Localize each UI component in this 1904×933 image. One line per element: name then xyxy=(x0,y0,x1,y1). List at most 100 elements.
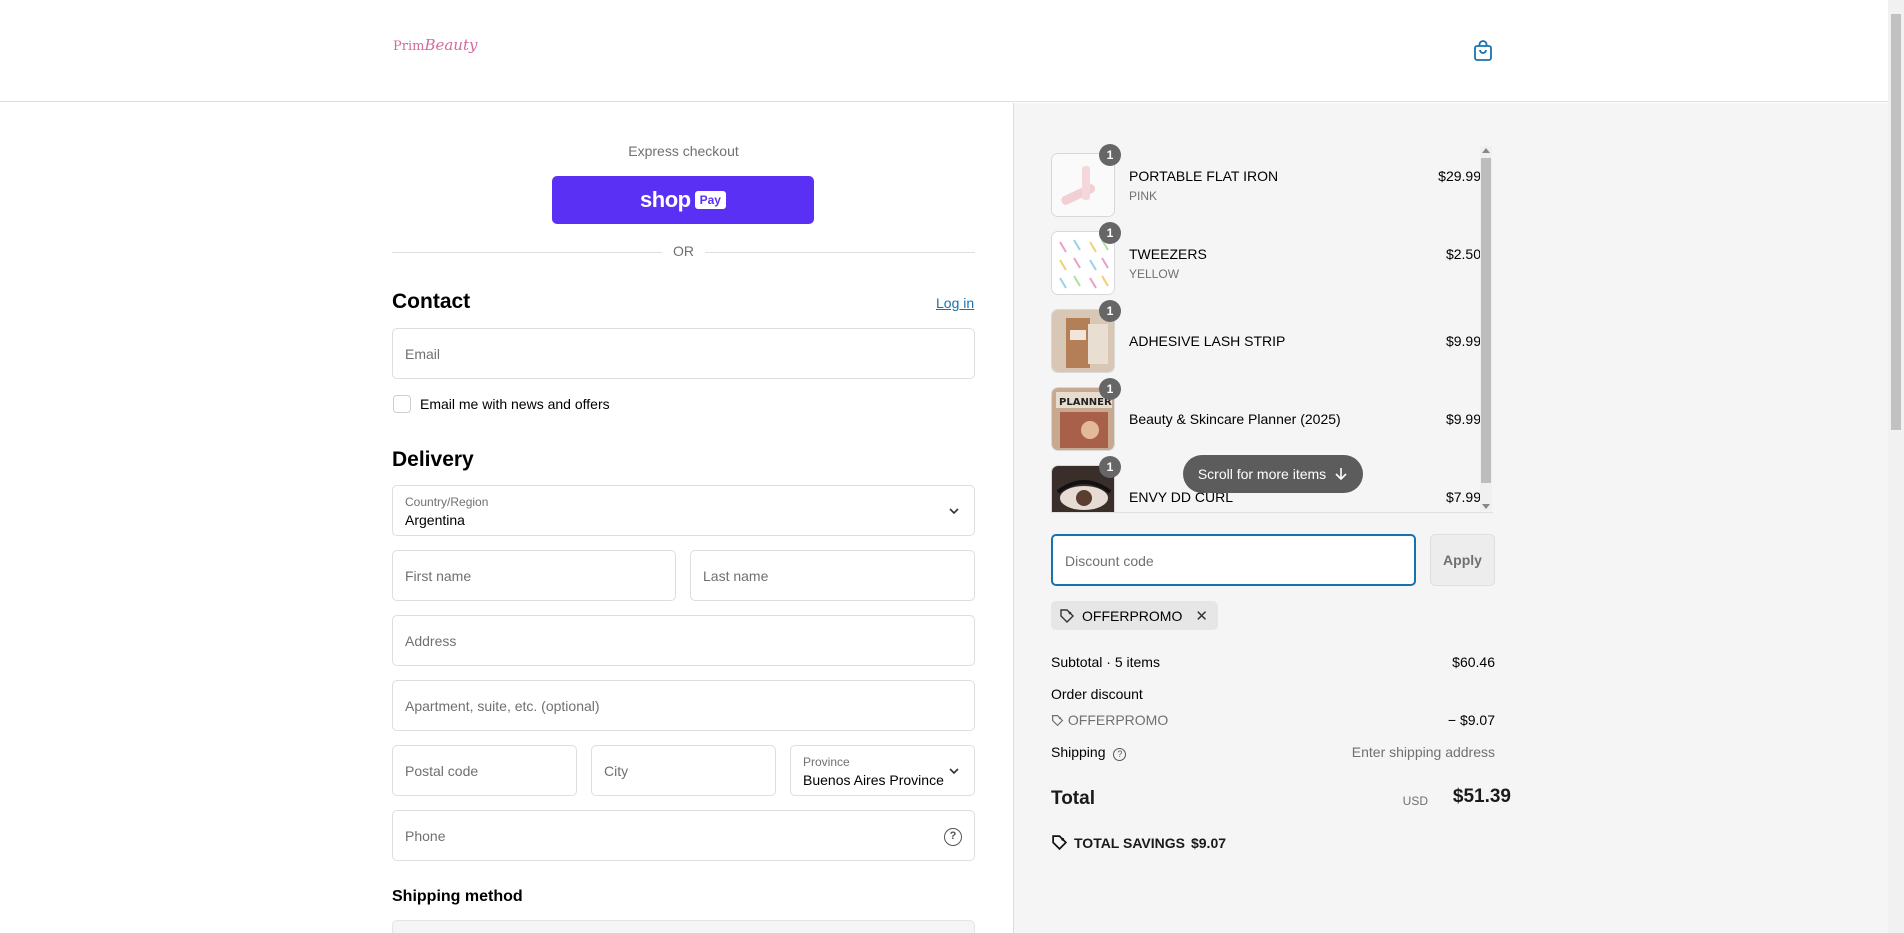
apartment-placeholder: Apartment, suite, etc. (optional) xyxy=(405,698,600,714)
cart-scrollbar[interactable] xyxy=(1480,146,1492,511)
discount-code-row: OFFERPROMO − $9.07 xyxy=(1051,712,1495,728)
apartment-field[interactable]: Apartment, suite, etc. (optional) xyxy=(392,680,975,731)
store-logo[interactable]: PrimBeauty xyxy=(393,36,477,54)
shop-pay-word: shop xyxy=(640,187,691,212)
quantity-badge: 1 xyxy=(1099,300,1121,322)
item-price: $9.99 xyxy=(1445,333,1481,349)
country-value: Argentina xyxy=(405,512,465,528)
cart-item: 1 ADHESIVE LASH STRIP $9.99 xyxy=(1051,300,1481,373)
item-name: ADHESIVE LASH STRIP xyxy=(1129,333,1286,349)
order-discount-label: Order discount xyxy=(1051,686,1143,702)
scroll-down-arrow-icon[interactable] xyxy=(1482,504,1490,509)
quantity-badge: 1 xyxy=(1099,222,1121,244)
arrow-down-icon xyxy=(1335,468,1347,481)
shipping-method-title: Shipping method xyxy=(392,888,523,905)
savings-value: $9.07 xyxy=(1190,834,1227,851)
phone-placeholder: Phone xyxy=(405,828,446,844)
tag-icon xyxy=(1052,835,1068,851)
discount-value: − $9.07 xyxy=(1447,712,1495,728)
chevron-down-icon xyxy=(949,768,959,775)
item-variant: YELLOW xyxy=(1129,267,1180,281)
total-label: Total xyxy=(1051,788,1095,809)
apply-discount-button[interactable]: Apply xyxy=(1430,534,1495,586)
currency-code: USD xyxy=(1402,794,1428,808)
email-field[interactable]: Email xyxy=(392,328,975,379)
total-savings: TOTAL SAVINGS $9.07 xyxy=(1051,834,1226,851)
province-select[interactable]: Province Buenos Aires Province xyxy=(790,745,975,796)
applied-discount-chip: OFFERPROMO ✕ xyxy=(1051,601,1218,630)
bag-icon[interactable] xyxy=(1472,40,1494,62)
checkout-page: PrimBeauty Express checkout shop Pay OR … xyxy=(0,0,1904,933)
email-placeholder: Email xyxy=(405,346,441,362)
help-icon[interactable]: ? xyxy=(944,828,962,846)
header: PrimBeauty xyxy=(0,0,1888,102)
postal-code-field[interactable]: Postal code xyxy=(392,745,577,796)
newsletter-label: Email me with news and offers xyxy=(420,396,610,412)
city-placeholder: City xyxy=(604,763,629,779)
discount-code-input[interactable]: Discount code xyxy=(1051,534,1416,586)
tag-icon xyxy=(1060,608,1074,623)
cart-item: PLANNER 1 Beauty & Skincare Planner (202… xyxy=(1051,378,1481,451)
item-name: PORTABLE FLAT IRON xyxy=(1129,168,1279,184)
contact-title: Contact xyxy=(392,290,471,313)
scrollbar-thumb[interactable] xyxy=(1481,158,1491,483)
subtotal-row: Subtotal · 5 items $60.46 xyxy=(1051,654,1495,670)
help-icon[interactable]: ? xyxy=(1113,748,1127,761)
scroll-up-arrow-icon[interactable] xyxy=(1482,148,1490,153)
city-field[interactable]: City xyxy=(591,745,776,796)
item-price: $29.99 xyxy=(1438,168,1481,184)
quantity-badge: 1 xyxy=(1099,144,1121,166)
tag-icon xyxy=(1052,715,1064,727)
scroll-for-more-button[interactable]: Scroll for more items xyxy=(1183,455,1363,493)
delivery-title: Delivery xyxy=(392,448,474,471)
cart-item: 1 PORTABLE FLAT IRON PINK $29.99 xyxy=(1051,144,1481,217)
subtotal-label: Subtotal · 5 items xyxy=(1051,654,1160,670)
province-value: Buenos Aires Province xyxy=(803,772,944,788)
logo-main: Prim xyxy=(393,39,425,54)
country-select[interactable]: Country/Region Argentina xyxy=(392,485,975,536)
shop-pay-badge: Pay xyxy=(694,191,726,209)
quantity-badge: 1 xyxy=(1099,456,1121,478)
item-price: $7.99 xyxy=(1445,489,1481,505)
newsletter-checkbox[interactable] xyxy=(393,395,411,413)
shipping-row: Shipping ? Enter shipping address xyxy=(1051,744,1495,761)
item-name: Beauty & Skincare Planner (2025) xyxy=(1129,411,1341,427)
item-name: TWEEZERS xyxy=(1129,246,1207,262)
discount-placeholder: Discount code xyxy=(1065,553,1154,569)
shipping-value: Enter shipping address xyxy=(1351,744,1495,760)
login-link[interactable]: Log in xyxy=(936,295,974,311)
phone-field[interactable]: Phone ? xyxy=(392,810,975,861)
discount-code-name: OFFERPROMO xyxy=(1067,712,1169,728)
item-price: $2.50 xyxy=(1445,246,1481,262)
item-price: $9.99 xyxy=(1445,411,1481,427)
page-scrollbar-thumb[interactable] xyxy=(1891,14,1901,430)
logo-script: Beauty xyxy=(424,36,478,54)
address-placeholder: Address xyxy=(405,633,457,649)
order-discount-row: Order discount xyxy=(1051,686,1495,702)
subtotal-value: $60.46 xyxy=(1452,654,1495,670)
scroll-hint-label: Scroll for more items xyxy=(1197,466,1327,482)
savings-label: TOTAL SAVINGS xyxy=(1074,834,1185,851)
quantity-badge: 1 xyxy=(1099,378,1121,400)
page-scrollbar[interactable] xyxy=(1888,0,1904,933)
cart-item: 1 TWEEZERS YELLOW $2.50 xyxy=(1051,222,1481,295)
express-checkout-label: Express checkout xyxy=(628,143,739,159)
chevron-down-icon xyxy=(949,508,959,515)
divider-line xyxy=(705,252,975,253)
or-label: OR xyxy=(673,243,694,259)
item-variant: PINK xyxy=(1129,189,1158,203)
applied-code-label: OFFERPROMO xyxy=(1082,607,1183,624)
postal-code-placeholder: Postal code xyxy=(405,763,479,779)
province-label: Province xyxy=(803,755,850,769)
address-field[interactable]: Address xyxy=(392,615,975,666)
remove-discount-icon[interactable]: ✕ xyxy=(1195,607,1208,625)
last-name-placeholder: Last name xyxy=(703,568,769,584)
last-name-field[interactable]: Last name xyxy=(690,550,975,601)
shop-pay-button[interactable]: shop Pay xyxy=(552,176,814,224)
shipping-label: Shipping xyxy=(1051,744,1106,760)
total-value: $51.39 xyxy=(1452,786,1511,807)
first-name-field[interactable]: First name xyxy=(392,550,676,601)
shipping-method-box xyxy=(392,920,975,933)
country-label: Country/Region xyxy=(405,495,489,509)
first-name-placeholder: First name xyxy=(405,568,472,584)
